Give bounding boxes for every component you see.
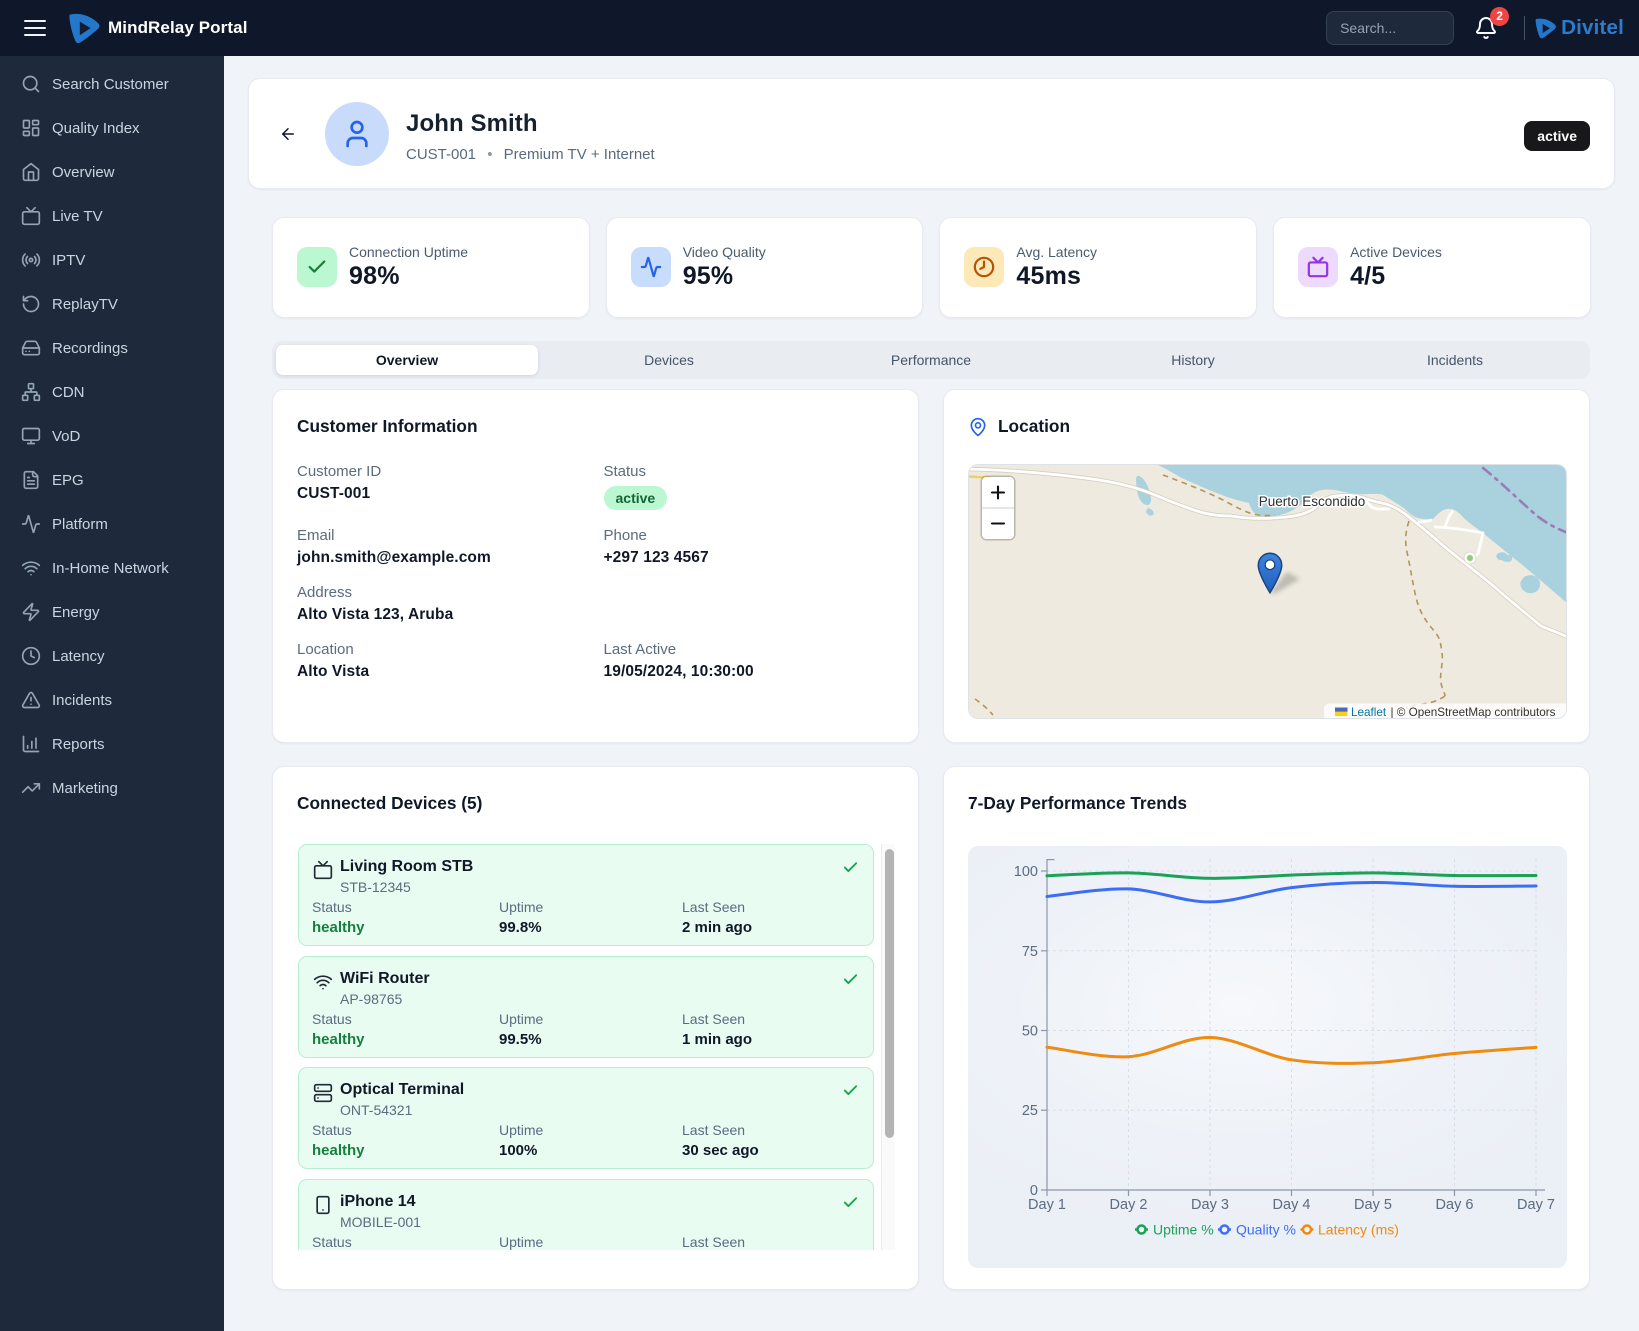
svg-text:Puerto Escondido: Puerto Escondido — [1259, 494, 1366, 509]
svg-text:Day 3: Day 3 — [1191, 1197, 1229, 1213]
svg-text:25: 25 — [1022, 1103, 1038, 1119]
svg-text:Latency (ms): Latency (ms) — [1318, 1222, 1399, 1238]
svg-text:Day 2: Day 2 — [1110, 1197, 1148, 1213]
svg-text:Uptime %: Uptime % — [1153, 1222, 1214, 1238]
svg-text:| © OpenStreetMap contributors: | © OpenStreetMap contributors — [1391, 706, 1556, 719]
svg-text:Day 7: Day 7 — [1517, 1197, 1555, 1213]
svg-text:100: 100 — [1014, 864, 1038, 880]
svg-text:Quality %: Quality % — [1236, 1222, 1296, 1238]
svg-text:Day 1: Day 1 — [1028, 1197, 1066, 1213]
svg-text:Day 6: Day 6 — [1436, 1197, 1474, 1213]
svg-text:Day 5: Day 5 — [1354, 1197, 1392, 1213]
svg-text:Leaflet: Leaflet — [1351, 706, 1387, 719]
svg-text:75: 75 — [1022, 944, 1038, 960]
svg-text:50: 50 — [1022, 1024, 1038, 1040]
svg-text:Day 4: Day 4 — [1273, 1197, 1311, 1213]
